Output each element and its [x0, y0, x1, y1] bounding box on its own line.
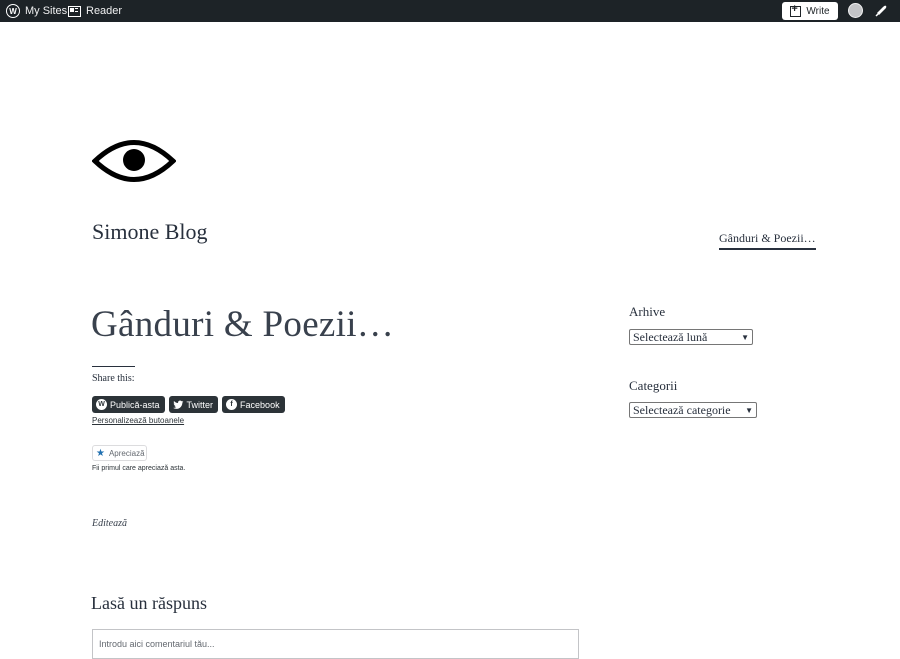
chevron-down-icon: ▼	[741, 332, 749, 342]
chevron-down-icon: ▼	[745, 405, 753, 415]
like-note: Fii primul care apreciază asta.	[92, 465, 186, 472]
edit-link[interactable]: Editează	[92, 518, 127, 529]
star-icon: ★	[96, 447, 105, 459]
wordpress-logo-icon: W	[6, 4, 20, 18]
share-twitter-button[interactable]: Twitter	[168, 396, 219, 413]
share-publish-label: Publică-asta	[110, 399, 160, 410]
categories-widget-title: Categorii	[629, 378, 678, 393]
page-title: Gânduri & Poezii…	[91, 304, 395, 345]
share-twitter-label: Twitter	[186, 399, 214, 410]
share-facebook-label: Facebook	[240, 399, 280, 410]
reply-title: Lasă un răspuns	[91, 593, 207, 613]
twitter-icon	[172, 400, 184, 409]
facebook-icon: f	[226, 399, 238, 410]
write-icon	[790, 3, 802, 17]
archive-widget-title: Arhive	[629, 304, 666, 319]
write-button[interactable]: Write	[782, 2, 838, 20]
avatar[interactable]	[848, 3, 863, 18]
share-facebook-button[interactable]: f Facebook	[222, 396, 285, 413]
eye-logo-icon[interactable]	[92, 136, 176, 186]
categories-select-value: Selectează categorie	[633, 402, 731, 417]
like-button[interactable]: ★ Apreciază	[92, 445, 147, 461]
archive-select-value: Selectează lună	[633, 329, 708, 344]
share-title: Share this:	[92, 373, 135, 384]
categories-select[interactable]: Selectează categorie ▼	[629, 402, 757, 418]
notifications-bell-icon[interactable]	[874, 4, 888, 18]
comment-input[interactable]: Introdu aici comentariul tău...	[92, 629, 579, 659]
wordpress-icon: W	[96, 399, 107, 410]
reader-button[interactable]: Reader	[68, 0, 122, 22]
personalize-buttons-link[interactable]: Personalizează butoanele	[92, 416, 184, 425]
like-label: Apreciază	[108, 448, 145, 458]
my-sites-button[interactable]: W My Sites	[6, 0, 67, 22]
share-buttons: W Publică-asta Twitter f Facebook	[92, 396, 285, 413]
my-sites-label: My Sites	[25, 5, 68, 17]
reader-label: Reader	[86, 5, 123, 17]
reader-icon	[68, 5, 81, 17]
admin-bar: W My Sites Reader Write	[0, 0, 900, 22]
nav-menu-item[interactable]: Gânduri & Poezii…	[719, 231, 816, 250]
share-publish-button[interactable]: W Publică-asta	[92, 396, 165, 413]
divider	[92, 366, 135, 367]
site-title[interactable]: Simone Blog	[92, 219, 208, 245]
write-label: Write	[806, 5, 830, 17]
archive-select[interactable]: Selectează lună ▼	[629, 329, 753, 345]
